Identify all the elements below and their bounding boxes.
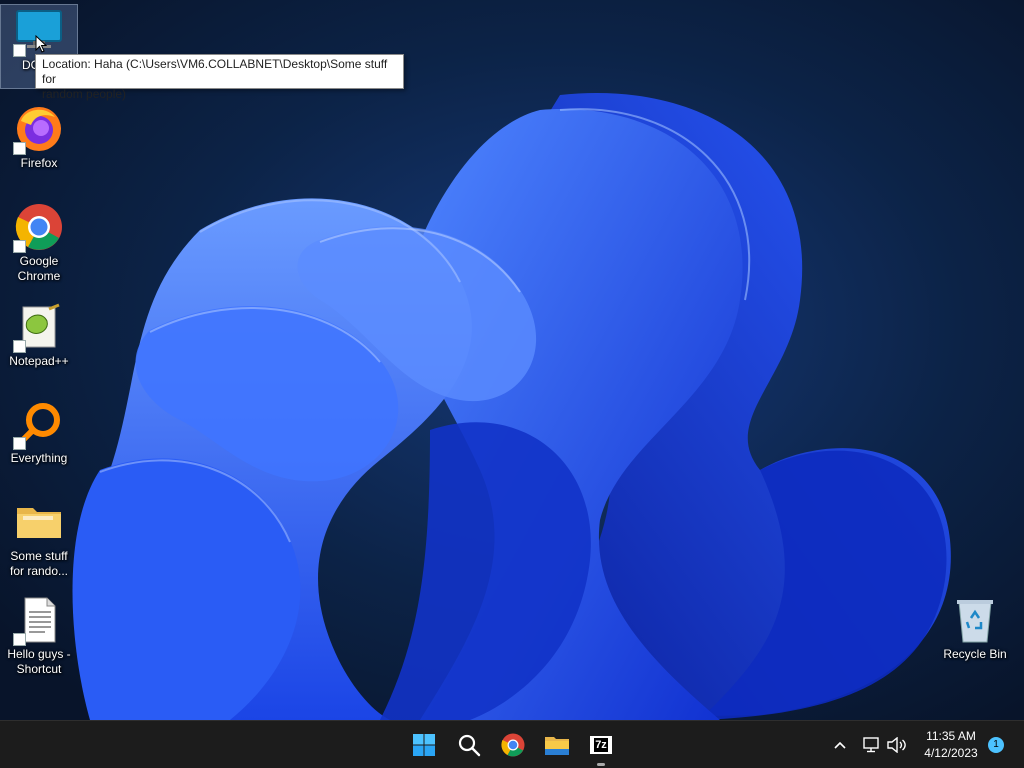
taskbar: 7z 11:35 AM 4/12/2023 1 <box>0 720 1024 768</box>
desktop-icon-hello-guys[interactable]: Hello guys - Shortcut <box>1 596 77 677</box>
network-icon <box>863 737 879 753</box>
shortcut-arrow-icon <box>13 44 26 57</box>
7zip-icon: 7z <box>590 736 612 754</box>
notification-badge[interactable]: 1 <box>988 737 1004 753</box>
desktop-icon-recycle-bin[interactable]: Recycle Bin <box>937 596 1013 662</box>
desktop-icon-label: Everything <box>10 451 68 465</box>
tooltip-line-1: Location: Haha (C:\Users\VM6.COLLABNET\D… <box>42 57 388 86</box>
desktop-icon-label: Google <box>19 254 59 268</box>
desktop-icon-label-line2: for rando... <box>9 564 69 578</box>
speaker-icon <box>887 737 906 753</box>
tooltip-line-2: random people) <box>42 87 127 101</box>
text-document-icon <box>13 596 63 646</box>
search-icon <box>458 734 481 757</box>
folder-icon <box>545 737 569 755</box>
start-button[interactable] <box>406 727 442 763</box>
shortcut-arrow-icon <box>13 340 26 353</box>
folder-icon <box>15 498 63 546</box>
desktop-icon-label: Firefox <box>20 156 58 170</box>
shortcut-arrow-icon <box>13 142 26 155</box>
desktop-icon-firefox[interactable]: Firefox <box>1 105 77 171</box>
clock-date: 4/12/2023 <box>924 746 978 760</box>
desktop-icon-label: Notepad++ <box>9 354 69 368</box>
clock-time: 11:35 AM <box>926 729 976 743</box>
notepadpp-icon <box>13 303 63 353</box>
volume-button[interactable] <box>884 727 910 763</box>
taskbar-search-button[interactable] <box>451 727 487 763</box>
location-tooltip: Location: Haha (C:\Users\VM6.COLLABNET\D… <box>35 54 404 101</box>
taskbar-file-explorer-button[interactable] <box>539 727 575 763</box>
show-hidden-icons-button[interactable] <box>828 727 852 763</box>
taskbar-7zip-button[interactable]: 7z <box>583 727 619 766</box>
7zip-label: 7z <box>594 738 608 752</box>
desktop-icon-chrome[interactable]: Google Chrome <box>1 203 77 284</box>
chevron-up-icon <box>834 741 846 749</box>
desktop-icon-label: Some stuff <box>10 549 68 563</box>
windows-start-icon <box>413 734 435 756</box>
shortcut-arrow-icon <box>13 240 26 253</box>
desktop-icon-label-line2: Chrome <box>17 269 61 283</box>
mouse-cursor-icon <box>35 35 47 53</box>
desktop-icon-some-stuff[interactable]: Some stuff for rando... <box>1 498 77 579</box>
notification-count: 1 <box>993 739 999 750</box>
chrome-icon <box>501 733 525 757</box>
running-indicator <box>597 763 605 766</box>
desktop-icon-label: Hello guys - <box>7 647 71 661</box>
clock[interactable]: 11:35 AM 4/12/2023 <box>914 729 988 761</box>
shortcut-arrow-icon <box>13 633 26 646</box>
desktop-icon-label: Recycle Bin <box>943 647 1007 661</box>
everything-search-icon <box>13 400 63 450</box>
firefox-icon <box>13 105 63 155</box>
desktop-wallpaper <box>0 0 1024 720</box>
shortcut-arrow-icon <box>13 437 26 450</box>
desktop-icon-label-line2: Shortcut <box>16 662 62 676</box>
taskbar-chrome-button[interactable] <box>495 727 531 763</box>
recycle-bin-icon <box>951 596 999 644</box>
chrome-icon <box>13 203 63 253</box>
desktop-icon-notepadpp[interactable]: Notepad++ <box>1 303 77 369</box>
desktop-icon-everything[interactable]: Everything <box>1 400 77 466</box>
network-status-button[interactable] <box>860 727 884 763</box>
